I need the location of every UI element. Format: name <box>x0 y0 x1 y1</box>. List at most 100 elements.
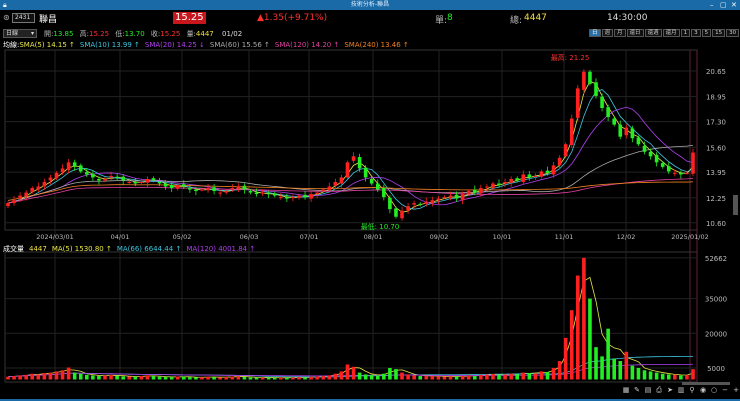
volume-bar <box>254 377 259 380</box>
candle <box>497 183 501 186</box>
candle <box>588 71 592 84</box>
date-tick-label: 10/01 <box>493 233 512 241</box>
candle <box>618 124 623 137</box>
toolbar-button[interactable]: − <box>721 386 729 395</box>
horizontal-scrollbar[interactable] <box>682 382 730 385</box>
date-tick-label: 2025/01/02 <box>671 233 708 241</box>
volume-bar <box>660 373 665 380</box>
candle <box>260 192 265 194</box>
candle <box>175 185 180 189</box>
candle <box>242 185 247 190</box>
volume-bar <box>315 376 319 380</box>
candle <box>600 96 604 108</box>
candle <box>624 127 629 136</box>
volume-bar <box>424 375 429 380</box>
volume-bar <box>109 374 113 380</box>
candle <box>236 186 241 189</box>
candle <box>479 188 483 194</box>
volume-bar <box>181 376 186 380</box>
price-tick-label: 10.60 <box>706 220 726 228</box>
candle <box>60 168 65 173</box>
volume-bar <box>515 374 520 380</box>
toolbar-button[interactable]: ➤ <box>666 386 674 395</box>
volume-bar <box>412 375 416 380</box>
volume-bar <box>509 373 513 380</box>
volume-bar <box>691 369 695 380</box>
volume-bar <box>200 377 204 380</box>
volume-bar <box>485 374 489 380</box>
volume-bar <box>679 375 683 380</box>
toolbar-button[interactable]: + <box>732 386 740 395</box>
volume-bar <box>430 376 435 380</box>
candle <box>103 178 107 181</box>
toolbar-button[interactable]: ▥ <box>677 386 685 395</box>
vertical-scrollbar[interactable] <box>733 195 738 215</box>
volume-bar <box>260 377 265 380</box>
candle <box>436 198 441 201</box>
candle <box>133 181 138 184</box>
chart-toolbar: ▦ ✎ ▤ ⎙ ➤ ▥ ⚲ ◉ ○ − + <box>622 386 740 395</box>
candle <box>169 185 174 189</box>
volume-bar <box>569 310 574 380</box>
candle <box>6 203 10 207</box>
toolbar-button[interactable]: ⎙ <box>655 386 663 395</box>
candle <box>303 194 307 198</box>
candle <box>248 191 253 193</box>
volume-bar <box>630 365 635 380</box>
candle <box>382 188 386 198</box>
volume-bar <box>194 377 198 380</box>
volume-legend-value: 4447 <box>29 245 47 253</box>
volume-bar <box>85 374 89 380</box>
volume-bar <box>588 298 592 380</box>
volume-bar <box>527 373 532 380</box>
price-tick-label: 15.60 <box>706 144 726 152</box>
volume-panel <box>4 251 698 383</box>
volume-bar <box>436 376 441 380</box>
volume-bar <box>78 373 83 380</box>
candle <box>151 178 156 181</box>
toolbar-button[interactable]: ○ <box>710 386 718 395</box>
volume-bar <box>218 377 222 380</box>
volume-bar <box>521 372 526 380</box>
candle <box>254 192 259 195</box>
volume-bar <box>266 377 271 380</box>
toolbar-button[interactable]: ▤ <box>644 386 652 395</box>
candle <box>121 176 125 181</box>
candle <box>200 189 204 191</box>
candle <box>291 197 295 199</box>
volume-bar <box>230 376 235 380</box>
volume-bar <box>454 376 459 380</box>
candle <box>660 163 665 167</box>
volume-legend-label: 成交量 <box>3 245 24 253</box>
volume-bar <box>285 377 289 380</box>
candle <box>181 184 186 187</box>
chart-canvas[interactable]: 2024/03/01 04/01 05/02 06/03 07/01 08/01 09/02… <box>0 0 740 401</box>
candle <box>297 195 301 198</box>
min-price-label: 最低: 10.70 <box>361 222 400 231</box>
date-tick-label: 11/01 <box>555 233 574 241</box>
candle <box>157 181 162 184</box>
volume-ma-item: MA(5) 1530.80 ↑ <box>51 245 112 253</box>
volume-ma-item: MA(66) 6644.44 ↑ <box>116 245 182 253</box>
toolbar-button[interactable]: ✎ <box>633 386 641 395</box>
candle <box>309 194 313 199</box>
candle <box>485 186 489 188</box>
candle <box>685 172 689 174</box>
toolbar-button[interactable]: ◉ <box>699 386 707 395</box>
candle <box>206 188 210 191</box>
volume-bar <box>673 374 677 380</box>
date-tick-label: 09/02 <box>430 233 449 241</box>
volume-bar <box>624 351 629 380</box>
candle <box>30 188 35 192</box>
toolbar-button[interactable]: ⚲ <box>688 386 696 395</box>
candle <box>569 118 574 145</box>
volume-bar <box>242 376 247 380</box>
date-tick-label: 04/01 <box>111 233 130 241</box>
volume-bar <box>685 375 689 380</box>
toolbar-button[interactable]: ▦ <box>622 386 630 395</box>
candle <box>527 174 532 178</box>
candle <box>503 181 507 184</box>
candle <box>315 192 319 195</box>
volume-bar <box>327 375 332 380</box>
volume-bar <box>163 376 168 380</box>
